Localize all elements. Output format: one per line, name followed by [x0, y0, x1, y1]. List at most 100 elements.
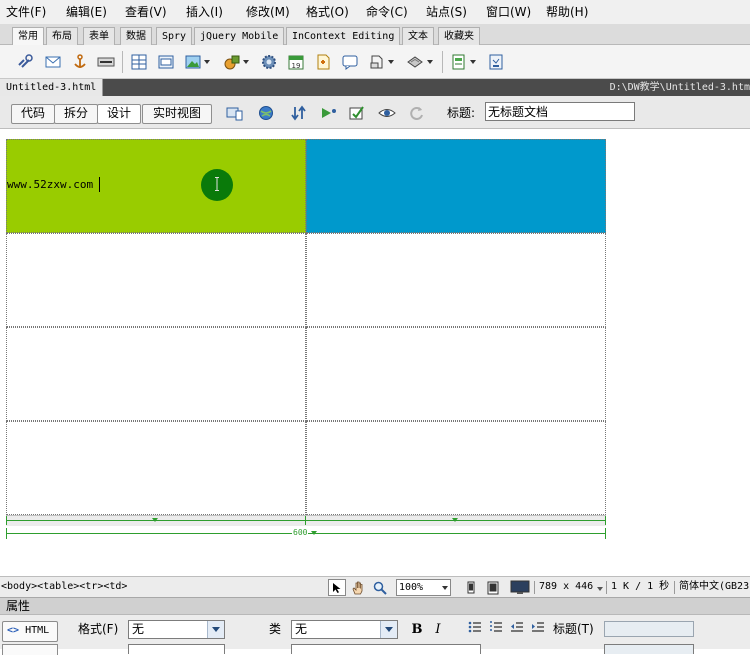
live-view-button[interactable]: 实时视图	[142, 104, 212, 124]
menu-edit[interactable]: 编辑(E)	[66, 5, 107, 19]
menu-format[interactable]: 格式(O)	[306, 5, 349, 19]
italic-button[interactable]: I	[429, 621, 447, 639]
multiscreen-icon[interactable]	[224, 104, 246, 122]
table-width-label[interactable]: 600	[292, 528, 309, 538]
code-view-button[interactable]: 代码	[11, 104, 55, 124]
ibeam-cursor-icon	[215, 177, 219, 191]
table-cell-r4c1[interactable]	[6, 421, 306, 515]
tab-common[interactable]: 常用	[12, 27, 44, 46]
tab-jquery-mobile[interactable]: jQuery Mobile	[194, 27, 285, 45]
debug-browser-icon[interactable]	[318, 104, 340, 122]
zoom-tool-icon[interactable]	[371, 579, 389, 596]
table-width-indicator[interactable]: 600	[6, 515, 606, 543]
table-cell-r4c2[interactable]	[306, 421, 606, 515]
tab-layout[interactable]: 布局	[46, 27, 78, 45]
properties-panel: <> HTML 格式(F) 无 类 无 B I 标题(T)	[0, 615, 750, 655]
zoom-value: 100%	[399, 582, 424, 593]
tab-favorites[interactable]: 收藏夹	[438, 27, 480, 45]
format-label: 格式(F)	[78, 622, 119, 636]
class-select[interactable]: 无	[291, 620, 398, 639]
format-select[interactable]: 无	[128, 620, 225, 639]
server-side-include-icon[interactable]	[313, 52, 333, 72]
date-icon[interactable]: 19	[286, 52, 306, 72]
hyperlink-icon[interactable]	[15, 52, 35, 72]
menu-site[interactable]: 站点(S)	[426, 5, 467, 19]
table-cell-r3c1[interactable]	[6, 327, 306, 421]
menu-window[interactable]: 窗口(W)	[486, 5, 531, 19]
table-menu-arrow-icon[interactable]	[311, 531, 317, 535]
tag-chooser-icon[interactable]	[486, 52, 506, 72]
document-tab-bar: Untitled-3.html D:\DW教学\Untitled-3.htm	[0, 79, 750, 96]
select-tool-icon[interactable]	[328, 579, 346, 596]
script-icon[interactable]	[405, 52, 425, 72]
table-cell-r1c1[interactable]: www.52zxw.com	[6, 139, 306, 233]
menu-view[interactable]: 查看(V)	[125, 5, 167, 19]
zoom-select[interactable]: 100%	[396, 579, 451, 596]
insert-panel-tabs: 常用 布局 表单 数据 Spry jQuery Mobile InContext…	[0, 25, 750, 46]
preview-browser-icon[interactable]	[256, 104, 278, 122]
file-management-icon[interactable]	[288, 104, 310, 122]
window-size-dropdown-icon[interactable]	[597, 587, 603, 591]
ordered-list-icon[interactable]	[487, 621, 505, 639]
document-tab[interactable]: Untitled-3.html	[0, 79, 104, 96]
table-cell-r1c2[interactable]	[306, 139, 606, 233]
table-icon[interactable]	[129, 52, 149, 72]
document-title-input[interactable]	[485, 102, 635, 121]
design-canvas[interactable]: www.52zxw.com 600	[0, 130, 750, 576]
link-field[interactable]	[291, 644, 481, 654]
desktop-size-icon[interactable]	[508, 579, 532, 596]
horizontal-rule-icon[interactable]	[96, 52, 116, 72]
email-link-icon[interactable]	[43, 52, 63, 72]
title-field[interactable]	[604, 621, 694, 637]
id-select[interactable]	[128, 644, 225, 654]
design-view-button[interactable]: 设计	[97, 104, 141, 124]
html-mode-label: HTML	[25, 625, 50, 636]
menu-help[interactable]: 帮助(H)	[546, 5, 588, 19]
menu-bar: 文件(F) 编辑(E) 查看(V) 插入(I) 修改(M) 格式(O) 命令(C…	[0, 0, 750, 25]
hand-tool-icon[interactable]	[349, 579, 367, 596]
split-view-button[interactable]: 拆分	[54, 104, 98, 124]
column-menu-arrow-icon[interactable]	[452, 518, 458, 522]
tab-data[interactable]: 数据	[120, 27, 152, 45]
outdent-icon[interactable]	[508, 621, 526, 639]
validate-markup-icon[interactable]	[346, 104, 368, 122]
target-field[interactable]	[604, 644, 694, 654]
tab-text[interactable]: 文本	[402, 27, 434, 45]
table-cell-r2c2[interactable]	[306, 233, 606, 327]
comment-icon[interactable]	[340, 52, 360, 72]
table-cell-r2c1[interactable]	[6, 233, 306, 327]
image-icon[interactable]	[183, 52, 203, 72]
column-menu-arrow-icon[interactable]	[152, 518, 158, 522]
tab-incontext-editing[interactable]: InContext Editing	[286, 27, 401, 45]
insert-div-icon[interactable]	[156, 52, 176, 72]
tab-spry[interactable]: Spry	[156, 27, 193, 45]
table-cell-r3c2[interactable]	[306, 327, 606, 421]
layout-table[interactable]: www.52zxw.com	[6, 139, 606, 515]
phone-size-icon[interactable]	[462, 579, 480, 596]
menu-commands[interactable]: 命令(C)	[366, 5, 408, 19]
menu-insert[interactable]: 插入(I)	[186, 5, 223, 19]
widget-gear-icon[interactable]	[259, 52, 279, 72]
visual-aids-icon[interactable]	[376, 104, 398, 122]
tablet-size-icon[interactable]	[484, 579, 502, 596]
window-size-readout[interactable]: 789 x 446	[539, 580, 593, 594]
named-anchor-icon[interactable]	[70, 52, 90, 72]
css-mode-button[interactable]	[2, 644, 58, 655]
refresh-icon[interactable]	[406, 104, 428, 122]
bold-button[interactable]: B	[408, 621, 426, 639]
media-icon[interactable]	[222, 52, 242, 72]
text-caret	[99, 177, 100, 192]
tag-selector[interactable]: <body><table><tr><td>	[1, 580, 127, 594]
indent-icon[interactable]	[529, 621, 547, 639]
unordered-list-icon[interactable]	[466, 621, 484, 639]
cell-text[interactable]: www.52zxw.com	[7, 178, 93, 192]
menu-modify[interactable]: 修改(M)	[246, 5, 290, 19]
html-mode-button[interactable]: <> HTML	[2, 621, 58, 642]
menu-file[interactable]: 文件(F)	[6, 5, 46, 19]
head-tags-icon[interactable]	[367, 52, 387, 72]
templates-icon[interactable]	[449, 52, 469, 72]
properties-panel-header[interactable]: 属性	[0, 597, 750, 615]
chevron-down-icon	[380, 621, 397, 638]
tab-forms[interactable]: 表单	[83, 27, 115, 45]
title-label: 标题(T)	[553, 622, 594, 636]
